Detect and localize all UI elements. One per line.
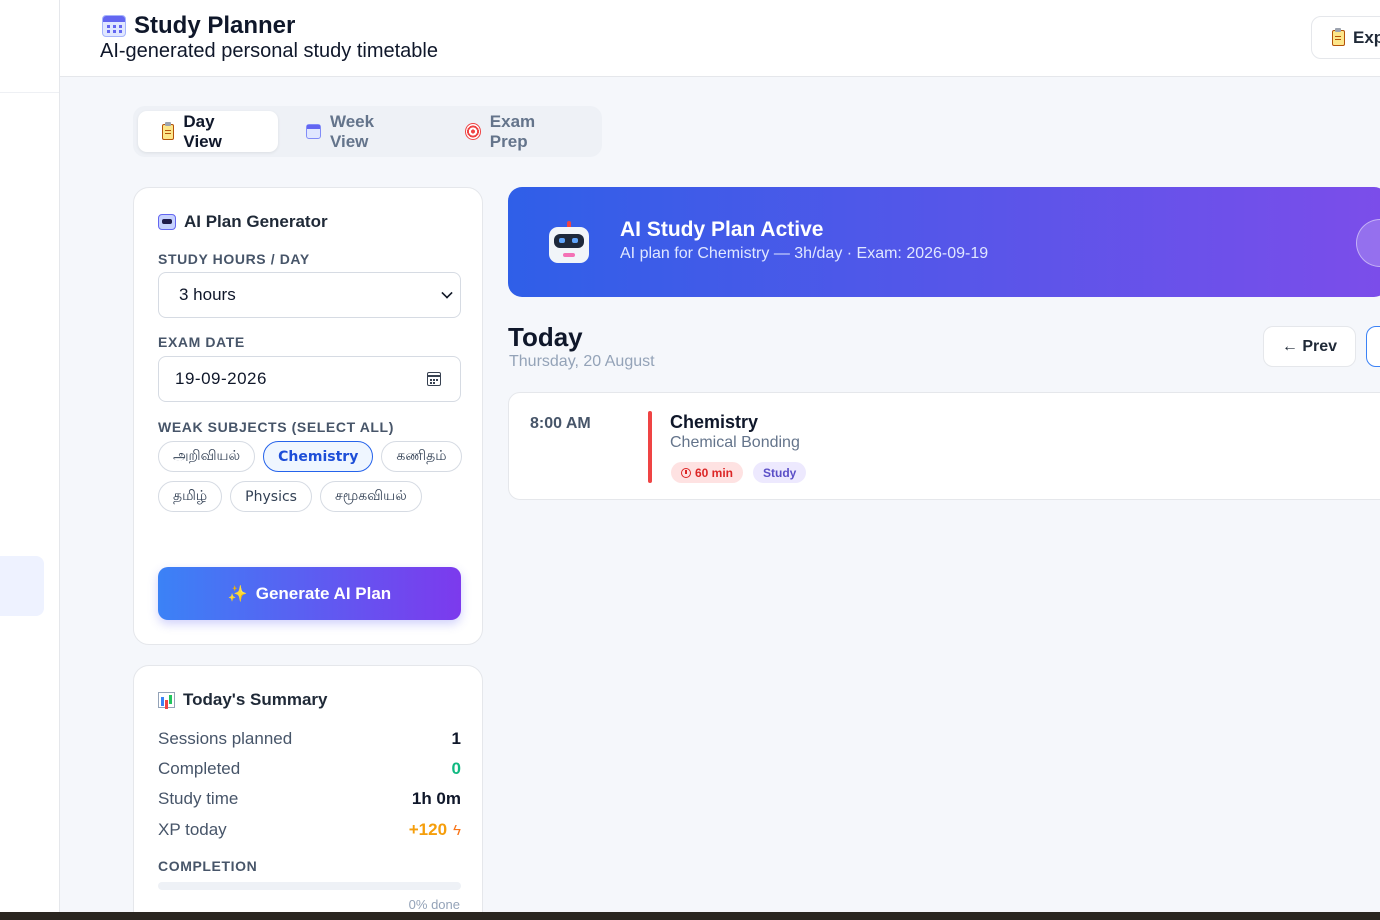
lightning-icon: ϟ xyxy=(453,822,461,839)
calendar-picker-icon[interactable] xyxy=(427,372,441,386)
prev-day-button[interactable]: ← Prev xyxy=(1263,326,1356,367)
subject-chip[interactable]: அறிவியல் xyxy=(158,441,256,472)
session-card[interactable]: 8:00 AM Chemistry Chemical Bonding 60 mi… xyxy=(508,392,1380,500)
summary-row-study-time: Study time 1h 0m xyxy=(158,789,461,809)
subject-chip[interactable]: சமூகவியல் xyxy=(319,481,422,512)
tab-week-view[interactable]: Week View xyxy=(282,111,437,152)
completion-label: COMPLETION xyxy=(158,858,258,874)
summary-title-text: Today's Summary xyxy=(183,690,328,709)
banner-title: AI Study Plan Active xyxy=(620,218,824,241)
summary-value: 0 xyxy=(451,759,461,778)
target-icon xyxy=(464,123,481,140)
tab-label: Day View xyxy=(183,111,222,151)
subject-chip[interactable]: Physics xyxy=(230,481,312,512)
taskbar-strip xyxy=(0,912,1380,920)
page-subtitle: AI-generated personal study timetable xyxy=(100,40,438,62)
clipboard-icon xyxy=(162,121,175,140)
completion-progress-bar xyxy=(158,882,461,890)
ai-plan-generator-card: AI Plan Generator STUDY HOURS / DAY 3 ho… xyxy=(133,187,483,645)
title-row: Study Planner xyxy=(102,12,295,40)
subject-chip[interactable]: தமிழ் xyxy=(158,481,223,512)
exam-date-input[interactable]: 19-09-2026 xyxy=(158,356,461,402)
header: Study Planner AI-generated personal stud… xyxy=(60,0,1380,77)
study-hours-select[interactable]: 3 hours xyxy=(158,272,461,318)
study-hours-value: 3 hours xyxy=(179,285,236,304)
day-title: Today xyxy=(508,322,583,352)
bar-chart-icon xyxy=(158,692,175,708)
summary-label: Study time xyxy=(158,789,239,808)
exam-date-label: EXAM DATE xyxy=(158,334,245,350)
summary-title: Today's Summary xyxy=(158,690,328,710)
session-topic: Chemical Bonding xyxy=(670,434,800,451)
summary-row-completed: Completed 0 xyxy=(158,759,461,779)
session-subject: Chemistry xyxy=(670,412,759,432)
weak-subjects-label: WEAK SUBJECTS (SELECT ALL) xyxy=(158,419,394,435)
robot-icon xyxy=(546,221,592,265)
sparkle-icon: ✨ xyxy=(227,585,248,603)
subject-chip[interactable]: கணிதம் xyxy=(381,441,462,472)
sidebar xyxy=(0,0,60,912)
summary-value: 1 xyxy=(451,729,461,748)
tab-label: Exam Prep xyxy=(489,111,536,151)
day-date: Thursday, 20 August xyxy=(509,353,655,370)
export-button[interactable]: Exp xyxy=(1311,16,1380,59)
session-time: 8:00 AM xyxy=(530,415,591,432)
ai-plan-banner: AI Study Plan Active AI plan for Chemist… xyxy=(508,187,1380,297)
weak-subjects-chips: அறிவியல் Chemistry கணிதம் தமிழ் Physics … xyxy=(158,441,468,512)
exam-date-value: 19-09-2026 xyxy=(175,369,267,388)
tab-day-view[interactable]: Day View xyxy=(138,111,278,152)
summary-value: 1h 0m xyxy=(411,789,461,808)
banner-action-button[interactable] xyxy=(1356,219,1380,267)
view-tabs: Day View Week View Exam Prep xyxy=(133,106,602,157)
page-title: Study Planner xyxy=(134,12,296,39)
calendar-icon xyxy=(305,124,321,139)
summary-row-xp: XP today +120 ϟ xyxy=(158,820,461,840)
sidebar-divider xyxy=(0,92,59,93)
generator-title-text: AI Plan Generator xyxy=(184,212,328,231)
session-color-bar xyxy=(648,411,652,483)
summary-label: Sessions planned xyxy=(158,729,293,748)
generate-ai-plan-button[interactable]: ✨ Generate AI Plan xyxy=(158,567,461,620)
generate-button-label: Generate AI Plan xyxy=(255,583,392,603)
summary-label: XP today xyxy=(158,820,227,839)
study-hours-label: STUDY HOURS / DAY xyxy=(158,251,310,267)
chevron-down-icon xyxy=(441,287,453,299)
summary-row-sessions: Sessions planned 1 xyxy=(158,729,461,749)
tab-exam-prep[interactable]: Exam Prep xyxy=(441,111,597,152)
robot-icon xyxy=(158,214,176,230)
export-button-label: Exp xyxy=(1353,27,1380,47)
clipboard-icon xyxy=(1332,27,1345,46)
sidebar-item-active[interactable] xyxy=(0,556,44,616)
banner-subtitle: AI plan for Chemistry — 3h/day · Exam: 2… xyxy=(620,245,989,262)
next-day-button[interactable] xyxy=(1366,326,1380,367)
timer-icon xyxy=(681,467,691,478)
duration-badge: 60 min xyxy=(671,462,744,483)
session-type-badge: Study xyxy=(753,462,807,483)
tab-label: Week View xyxy=(329,111,375,151)
session-tags: 60 min Study xyxy=(671,462,807,483)
todays-summary-card: Today's Summary Sessions planned 1 Compl… xyxy=(133,665,483,920)
summary-value: +120 xyxy=(408,820,448,839)
subject-chip-selected[interactable]: Chemistry xyxy=(263,441,374,472)
generator-title: AI Plan Generator xyxy=(158,212,328,232)
completion-percent: 0% done xyxy=(408,897,460,912)
xp-value-wrap: +120 ϟ xyxy=(409,820,461,840)
duration-text: 60 min xyxy=(695,465,734,480)
summary-label: Completed xyxy=(158,759,241,778)
calendar-icon xyxy=(102,15,126,37)
